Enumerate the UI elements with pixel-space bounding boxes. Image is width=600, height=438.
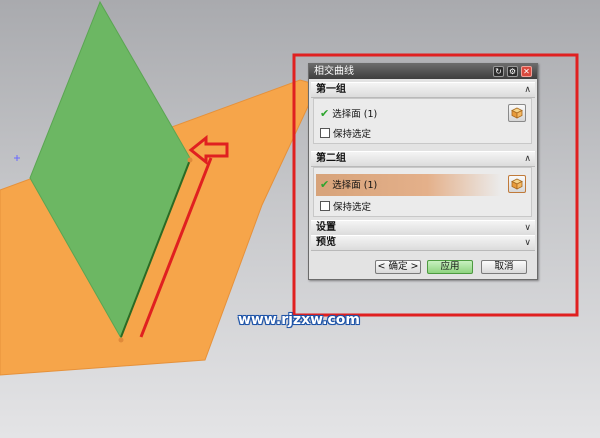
ok-button[interactable]: < 确定 > — [375, 260, 421, 274]
group1-keep-label: 保持选定 — [333, 129, 372, 140]
group2-title: 第二组 — [316, 153, 346, 164]
settings-title: 设置 — [316, 222, 336, 233]
checkbox-icon[interactable] — [320, 128, 330, 138]
group1-keep-selected[interactable]: 保持选定 — [320, 128, 371, 141]
checkbox-icon[interactable] — [320, 201, 330, 211]
group2-select-label: 选择面 (1) — [332, 180, 378, 191]
watermark-text: www.rjzxw.com — [238, 312, 360, 328]
face-selection-cube-icon[interactable] — [508, 104, 526, 122]
close-icon[interactable]: ✕ — [521, 66, 532, 77]
preview-section-header[interactable]: 预览 ∨ — [311, 235, 535, 251]
apply-button[interactable]: 应用 — [427, 260, 473, 274]
group1-select-face[interactable]: ✔ 选择面 (1) — [320, 108, 377, 121]
group1-select-label: 选择面 (1) — [332, 109, 378, 120]
dialog-titlebar[interactable]: 相交曲线 ↻ ⚙ ✕ — [309, 64, 537, 79]
preview-title: 预览 — [316, 237, 336, 248]
group2-select-face[interactable]: ✔ 选择面 (1) — [320, 179, 377, 192]
group2-keep-label: 保持选定 — [333, 202, 372, 213]
curve-start-point — [118, 337, 124, 343]
settings-section-header[interactable]: 设置 ∨ — [311, 220, 535, 236]
reset-icon[interactable]: ↻ — [493, 66, 504, 77]
checkmark-icon: ✔ — [320, 107, 330, 120]
group1-title: 第一组 — [316, 84, 346, 95]
dialog-title: 相交曲线 — [314, 66, 354, 77]
group1-header[interactable]: 第一组 ∧ — [311, 82, 535, 98]
face-selection-cube-icon[interactable] — [508, 175, 526, 193]
chevron-up-icon[interactable]: ∧ — [524, 83, 531, 97]
group1-body: ✔ 选择面 (1) 保持选定 — [313, 98, 532, 144]
cancel-button[interactable]: 取消 — [481, 260, 527, 274]
group2-body: ✔ 选择面 (1) 保持选定 — [313, 167, 532, 217]
chevron-down-icon[interactable]: ∨ — [524, 236, 531, 250]
group2-header[interactable]: 第二组 ∧ — [311, 151, 535, 167]
chevron-up-icon[interactable]: ∧ — [524, 152, 531, 166]
group2-keep-selected[interactable]: 保持选定 — [320, 201, 371, 214]
origin-cross-marker — [14, 155, 20, 161]
chevron-down-icon[interactable]: ∨ — [524, 221, 531, 235]
checkmark-icon: ✔ — [320, 178, 330, 191]
intersection-curve-dialog: 相交曲线 ↻ ⚙ ✕ 第一组 ∧ ✔ 选择面 (1) 保持选定 第二组 ∧ ✔ 选择… — [308, 63, 538, 280]
curve-end-point — [187, 157, 193, 163]
gear-icon[interactable]: ⚙ — [507, 66, 518, 77]
